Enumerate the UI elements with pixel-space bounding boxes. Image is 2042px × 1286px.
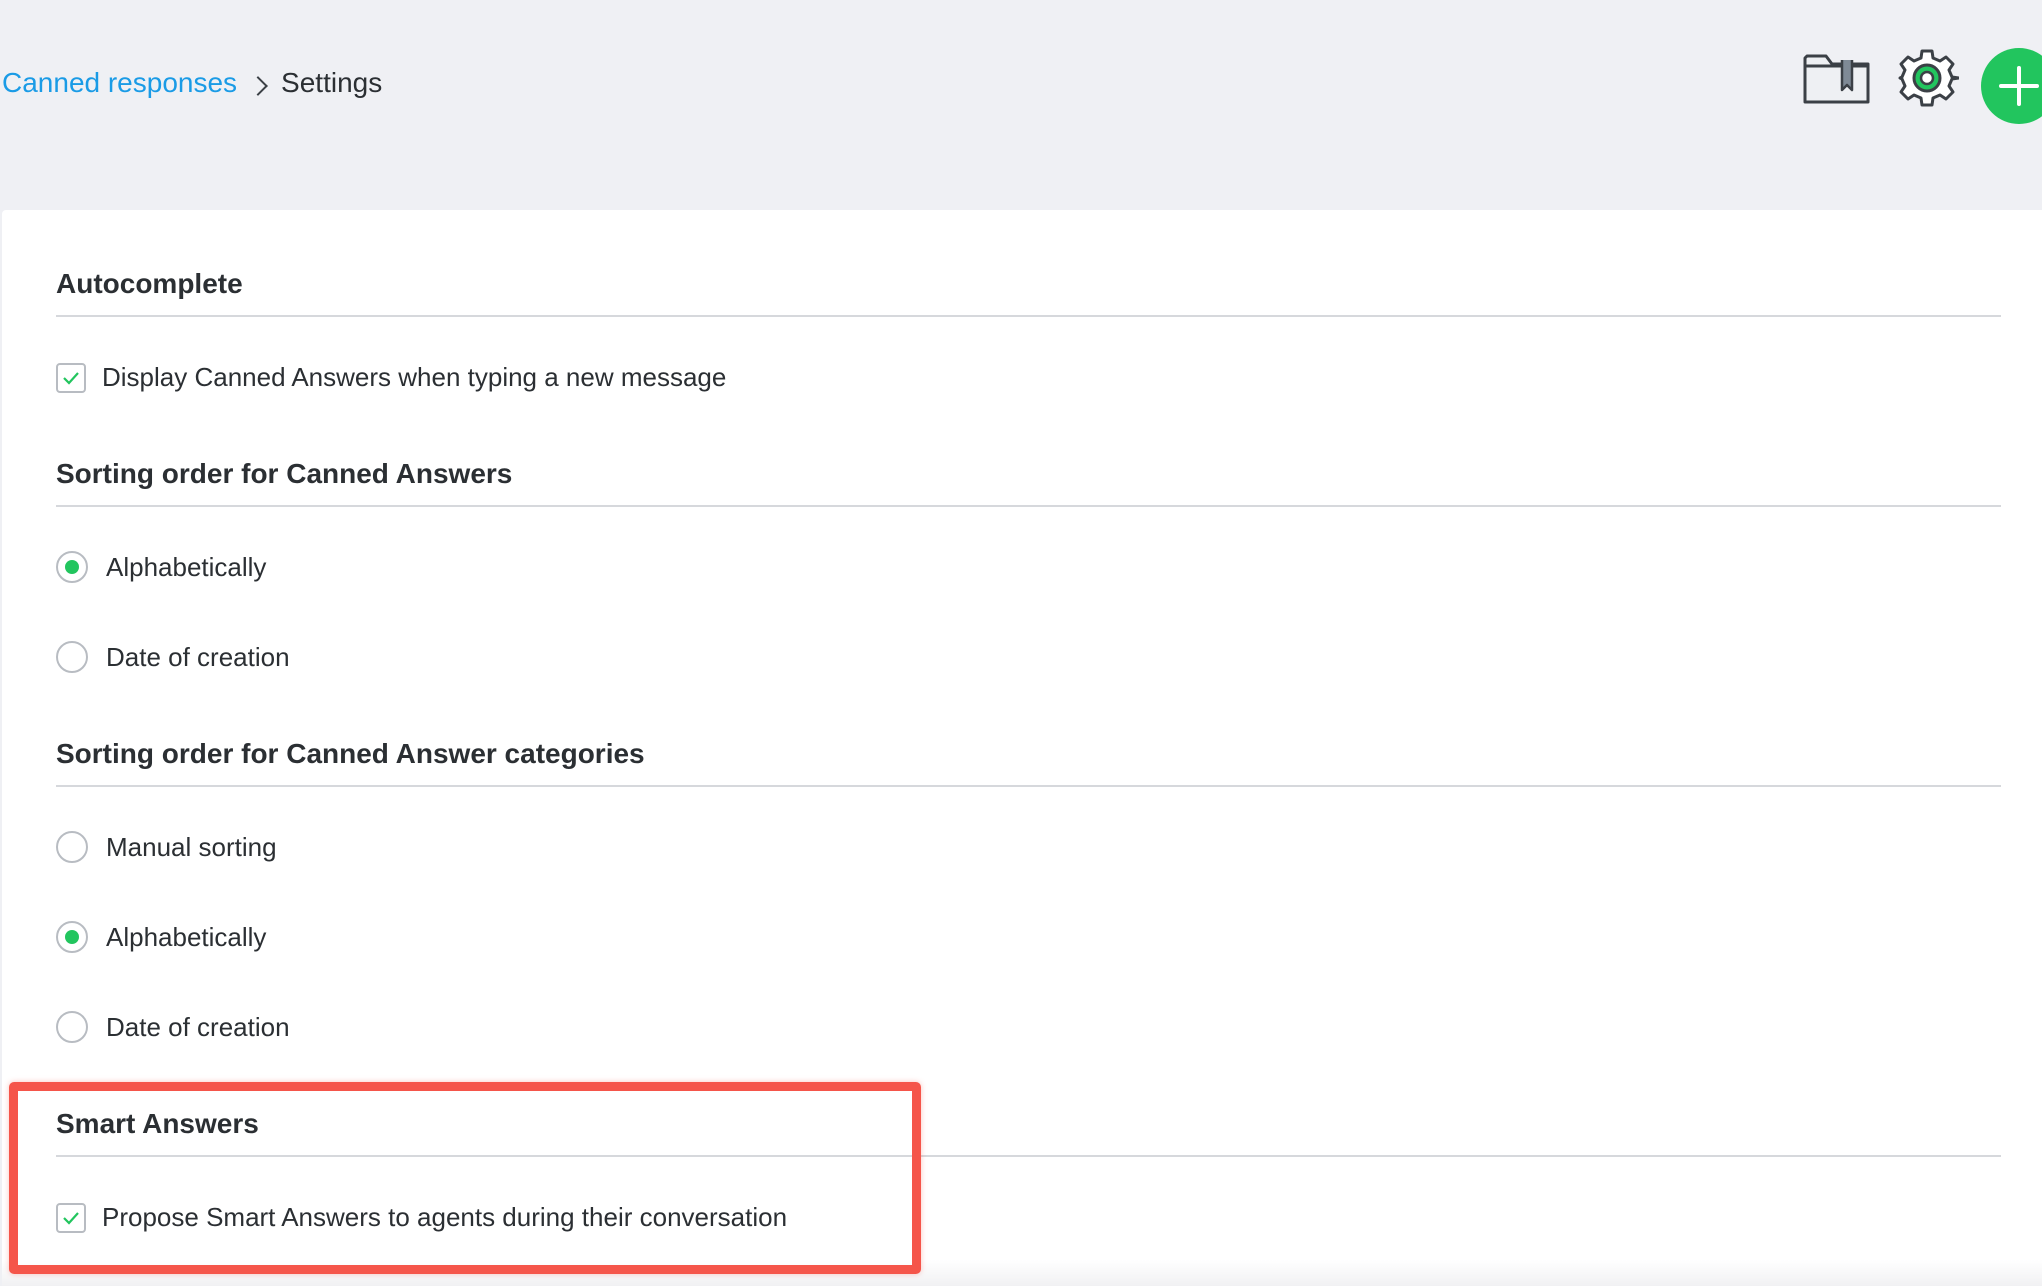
category-sorting-alphabetically[interactable]: Alphabetically: [56, 921, 266, 953]
checkmark-icon: [63, 1211, 79, 1225]
breadcrumb-link-canned-responses[interactable]: Canned responses: [2, 66, 237, 100]
breadcrumb-current: Settings: [281, 67, 383, 98]
add-response-button[interactable]: [1981, 48, 2042, 124]
gear-icon: [1898, 49, 1961, 107]
smart-answers-checkbox-option[interactable]: Propose Smart Answers to agents during t…: [56, 1202, 787, 1233]
option-label: Alphabetically: [106, 551, 267, 582]
plus-icon: [1999, 66, 2039, 106]
option-label: Manual sorting: [106, 831, 277, 862]
option-label: Display Canned Answers when typing a new…: [102, 362, 727, 392]
answer-sorting-date-of-creation[interactable]: Date of creation: [56, 641, 290, 673]
checkbox-checked[interactable]: [56, 362, 86, 393]
category-sorting-manual[interactable]: Manual sorting: [56, 831, 277, 863]
option-label: Propose Smart Answers to agents during t…: [102, 1202, 788, 1232]
radio-unselected[interactable]: [56, 831, 88, 863]
checkmark-icon: [63, 371, 79, 385]
section-title-autocomplete: Autocomplete: [56, 267, 2001, 317]
settings-button[interactable]: [1895, 46, 1961, 110]
page-header: Canned responses Settings: [0, 0, 2042, 210]
radio-unselected[interactable]: [56, 1011, 88, 1043]
category-sorting-date-of-creation[interactable]: Date of creation: [56, 1011, 290, 1043]
option-label: Date of creation: [106, 1011, 290, 1042]
section-title-answer-sorting: Sorting order for Canned Answers: [56, 457, 2001, 507]
option-label: Date of creation: [106, 641, 290, 672]
radio-unselected[interactable]: [56, 641, 88, 673]
folder-bookmark-icon: [1803, 54, 1870, 104]
option-label: Alphabetically: [106, 921, 267, 952]
autocomplete-checkbox-option[interactable]: Display Canned Answers when typing a new…: [56, 362, 726, 393]
answer-sorting-alphabetically[interactable]: Alphabetically: [56, 551, 266, 583]
section-title-smart-answers: Smart Answers: [56, 1107, 2001, 1157]
folder-bookmark-button[interactable]: [1802, 50, 1872, 106]
chevron-right-icon: [248, 76, 268, 96]
section-title-category-sorting: Sorting order for Canned Answer categori…: [56, 737, 2001, 787]
radio-selected[interactable]: [56, 921, 88, 953]
checkbox-checked[interactable]: [56, 1202, 86, 1233]
breadcrumb: Canned responses Settings: [2, 66, 382, 100]
radio-selected[interactable]: [56, 551, 88, 583]
settings-panel: Autocomplete Display Canned Answers when…: [2, 210, 2042, 1286]
